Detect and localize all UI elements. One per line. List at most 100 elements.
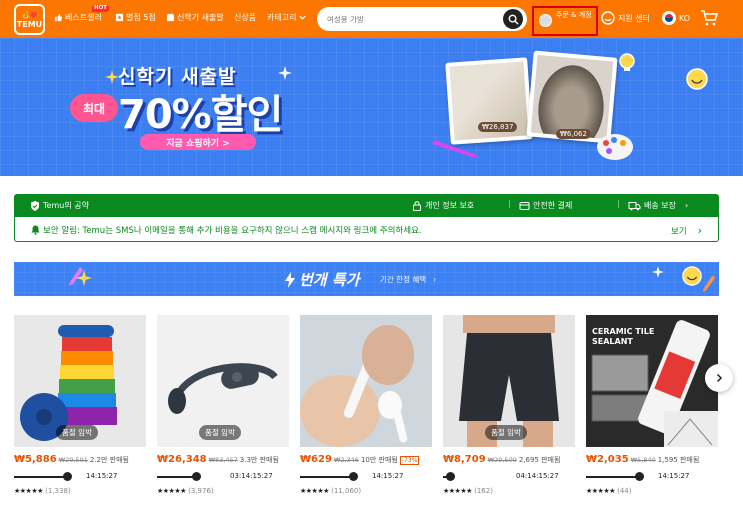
- carousel-next-button[interactable]: [705, 364, 733, 392]
- product-card[interactable]: ₩629 ₩2,346 10만 판매됨 -73% 14:15:27 ★★★★★ …: [300, 315, 432, 495]
- product-image-headphones: 품절 임박: [157, 315, 289, 447]
- product-image-stool: 품절 임박: [14, 315, 146, 447]
- sold-count: 10만 판매됨: [360, 456, 398, 464]
- tile-sealant-image: [591, 320, 718, 447]
- search-icon: [508, 14, 519, 25]
- notice-text: 보안 알림: Temu는 SMS나 이메일을 통해 추가 비용을 요구하지 않으…: [43, 226, 422, 236]
- search-bar: [317, 7, 527, 31]
- temu-logo[interactable]: 💰❤️ TEMU: [14, 4, 45, 35]
- chevron-right-icon: ›: [697, 224, 703, 237]
- review-count: (44): [617, 487, 632, 495]
- nav-bestsellers-label: 베스트셀러: [65, 13, 102, 22]
- product-image-cleaning-pen: [300, 315, 432, 447]
- star-rating: ★★★★★: [443, 487, 472, 495]
- countdown-row: 14:15:27: [300, 472, 432, 482]
- banner-price-tag: ₩6,062: [556, 129, 591, 139]
- price-row: ₩8,709 ₩29,509 2,695 판매됨: [443, 454, 583, 465]
- shop-now-button[interactable]: 지금 쇼핑하기 >: [140, 134, 256, 150]
- countdown-row: 03:14:15:27: [157, 472, 289, 482]
- support-center-link[interactable]: 지원 센터: [601, 11, 650, 25]
- rating-row: ★★★★★ (3,976): [157, 487, 214, 495]
- sold-count: 3.3만 판매됨: [239, 456, 279, 464]
- countdown-row: 14:15:27: [14, 472, 146, 482]
- nav-new-semester[interactable]: 신학기 새출발: [166, 12, 224, 23]
- logo-mark: 💰❤️: [22, 11, 37, 19]
- price-row: ₩629 ₩2,346 10만 판매됨 -73%: [300, 454, 440, 465]
- rating-row: ★★★★★ (11,060): [300, 487, 361, 495]
- banner-discount: 70%할인: [118, 92, 283, 138]
- sale-price: ₩2,035: [586, 454, 629, 465]
- sale-price: ₩629: [300, 454, 332, 465]
- low-stock-badge: 품절 임박: [56, 425, 98, 440]
- discount-percent: -73%: [399, 456, 420, 465]
- product-image-sealant: CERAMIC TILE SEALANT: [586, 315, 718, 447]
- notice-view-label: 보기: [671, 226, 687, 237]
- countdown-time: 04:14:15:27: [516, 472, 559, 480]
- language-selector[interactable]: KO: [662, 11, 690, 25]
- original-price: ₩2,346: [333, 456, 359, 464]
- countdown-bar: [300, 476, 352, 478]
- lightbulb-icon: [619, 53, 635, 71]
- nav-categories-label: 카테고리: [267, 13, 297, 22]
- promise-privacy: 개인 정보 보호: [412, 200, 474, 211]
- review-count: (3,976): [188, 487, 214, 495]
- cart-button[interactable]: [700, 9, 719, 27]
- rating-row: ★★★★★ (1,338): [14, 487, 71, 495]
- low-stock-badge: 품절 임박: [485, 425, 527, 440]
- product-card[interactable]: CERAMIC TILE SEALANT ₩2,035 ₩5,840 1,595…: [586, 315, 718, 495]
- sale-price: ₩26,348: [157, 454, 207, 465]
- sold-count: 1,595 판매됨: [657, 456, 700, 464]
- pencil-icon: [702, 275, 716, 292]
- countdown-time: 14:15:27: [372, 472, 404, 480]
- support-center-label: 지원 센터: [618, 13, 650, 23]
- rating-row: ★★★★★ (44): [586, 487, 632, 495]
- thumbs-up-icon: [54, 13, 63, 22]
- flash-title-label: 번개 특가: [299, 271, 360, 289]
- nav-new-items-label: 신상품: [234, 13, 257, 22]
- clock-icon: [192, 472, 201, 481]
- promise-title: Temu의 공약: [30, 200, 89, 211]
- account-menu[interactable]: 주문 & 계정: [532, 6, 598, 36]
- product-image-shorts: 품절 임박: [443, 315, 575, 447]
- price-row: ₩5,886 ₩29,591 2.2만 판매됨: [14, 454, 154, 465]
- nav-five-star[interactable]: 별점 5점: [115, 12, 156, 23]
- search-input[interactable]: [327, 12, 497, 26]
- promise-payment: 안전한 결제: [519, 200, 572, 211]
- notice-view-link[interactable]: 보기 ›: [671, 224, 702, 237]
- card-icon: [519, 201, 530, 210]
- star-rating: ★★★★★: [157, 487, 186, 495]
- smiley-icon: [682, 266, 702, 286]
- smiley-icon: [686, 68, 708, 90]
- product-card[interactable]: 품절 임박 ₩8,709 ₩29,509 2,695 판매됨 04:14:15:…: [443, 315, 575, 495]
- flash-subtitle-label: 기간 한정 혜택: [380, 275, 427, 284]
- low-stock-badge: 품절 임박: [199, 425, 241, 440]
- sparkle-icon: [278, 66, 292, 80]
- nav-categories[interactable]: 카테고리: [267, 12, 307, 23]
- search-button[interactable]: [503, 9, 523, 29]
- shield-check-icon: [31, 200, 39, 211]
- banner-price-tag: ₩26,837: [478, 122, 518, 132]
- star-rating: ★★★★★: [300, 487, 329, 495]
- product-card[interactable]: 품절 임박 ₩26,348 ₩83,457 3.3만 판매됨 03:14:15:…: [157, 315, 289, 495]
- sparkle-icon: [652, 266, 664, 278]
- nav-bestsellers[interactable]: 베스트셀러: [54, 12, 102, 23]
- avatar: [539, 14, 552, 27]
- nav-new-semester-label: 신학기 새출발: [177, 13, 224, 22]
- product-card[interactable]: 품절 임박 ₩5,886 ₩29,591 2.2만 판매됨 14:15:27 ★…: [14, 315, 146, 495]
- rating-row: ★★★★★ (162): [443, 487, 493, 495]
- nav-new-items[interactable]: 신상품: [234, 12, 256, 23]
- security-notice[interactable]: 보안 알림: Temu는 SMS나 이메일을 통해 추가 비용을 요구하지 않으…: [14, 216, 719, 242]
- review-count: (162): [474, 487, 493, 495]
- price-row: ₩26,348 ₩83,457 3.3만 판매됨: [157, 454, 297, 465]
- countdown-bar: [586, 476, 638, 478]
- sale-price: ₩5,886: [14, 454, 57, 465]
- review-count: (1,338): [45, 487, 71, 495]
- temu-promise-bar[interactable]: Temu의 공약 개인 정보 보호 | 안전한 결제 | 배송 보장 ›: [14, 194, 719, 216]
- korea-flag-icon: [662, 11, 676, 25]
- original-price: ₩29,591: [58, 456, 88, 464]
- flash-deals-header[interactable]: 번개 특가 기간 한정 혜택 ›: [14, 262, 719, 296]
- sparkle-icon: [105, 70, 119, 84]
- countdown-bar: [14, 476, 66, 478]
- promo-banner[interactable]: 신학기 새출발 최대 70%할인 지금 쇼핑하기 > ₩26,837 ₩6,06…: [0, 38, 743, 176]
- review-count: (11,060): [331, 487, 362, 495]
